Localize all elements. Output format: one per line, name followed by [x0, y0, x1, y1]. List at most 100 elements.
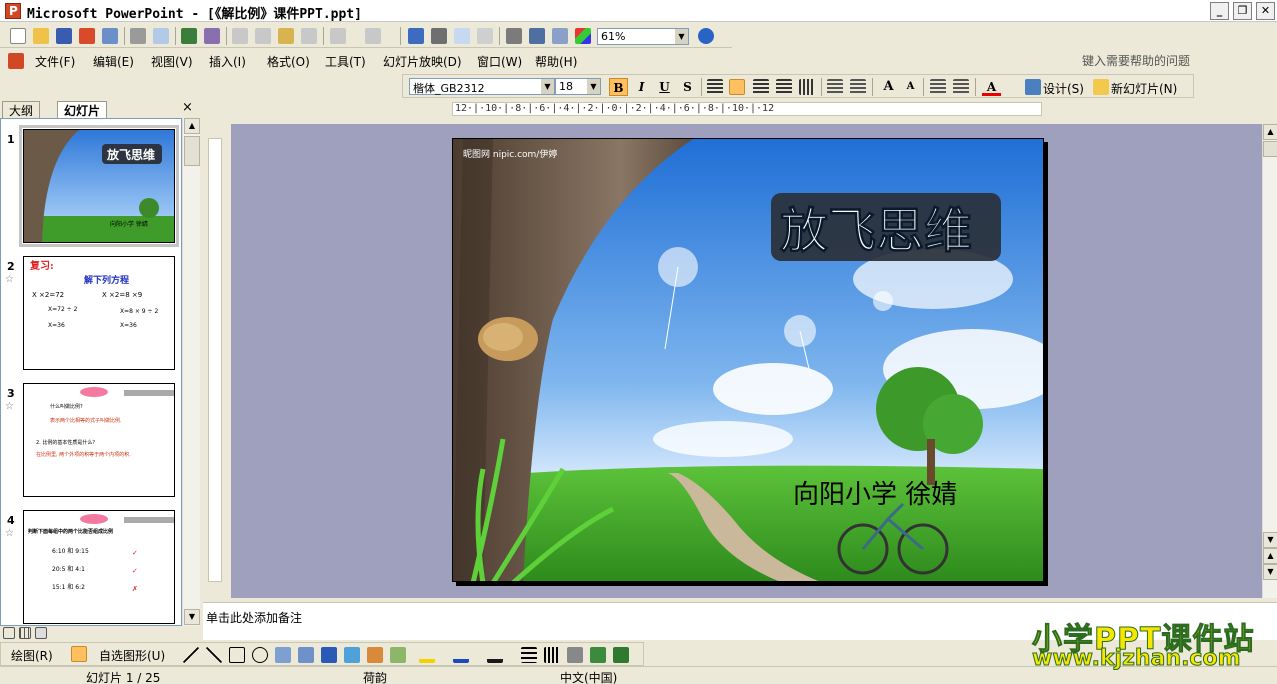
permission-icon[interactable]	[79, 28, 95, 44]
menu-edit[interactable]: 编辑(E)	[93, 53, 134, 70]
diagram-icon[interactable]	[344, 647, 360, 663]
thumbs-scrollbar[interactable]: ▲ ▼	[182, 118, 200, 626]
dash-style-icon[interactable]	[544, 647, 560, 663]
scroll-down-icon[interactable]: ▼	[1263, 532, 1277, 548]
design-button[interactable]: 设计(S)	[1043, 80, 1084, 97]
format-painter-icon[interactable]	[301, 28, 317, 44]
current-slide[interactable]: 昵图网 nipic.com/伊婷 放飞思维 向阳小学 徐婧	[452, 138, 1044, 582]
restore-button[interactable]: ❐	[1233, 2, 1252, 20]
align-left-icon[interactable]	[707, 79, 723, 95]
slideshow-view-icon[interactable]	[35, 627, 47, 639]
bold-button[interactable]: B	[609, 78, 628, 96]
chevron-down-icon[interactable]: ▼	[587, 79, 600, 94]
notes-placeholder[interactable]: 单击此处添加备注	[206, 609, 302, 626]
underline-button[interactable]: U	[655, 78, 674, 96]
arrow-icon[interactable]	[206, 647, 222, 663]
wordart-icon[interactable]	[321, 647, 337, 663]
research-icon[interactable]	[204, 28, 220, 44]
hyperlink-icon[interactable]	[477, 28, 493, 44]
arrow-style-icon[interactable]	[567, 647, 583, 663]
insert-chart-icon[interactable]	[408, 28, 424, 44]
show-formatting-icon[interactable]	[529, 28, 545, 44]
line-color-icon[interactable]	[453, 647, 469, 663]
prev-slide-icon[interactable]: ▲	[1263, 548, 1277, 564]
clipart-icon[interactable]	[367, 647, 383, 663]
shadow-style-icon[interactable]	[590, 647, 606, 663]
new-slide-button[interactable]: 新幻灯片(N)	[1111, 80, 1177, 97]
textbox-icon[interactable]	[275, 647, 291, 663]
oval-icon[interactable]	[252, 647, 268, 663]
close-button[interactable]: ✕	[1256, 2, 1275, 20]
align-center-icon[interactable]	[729, 79, 745, 95]
menu-help[interactable]: 帮助(H)	[535, 53, 577, 70]
shadow-button[interactable]: S	[678, 78, 697, 96]
3d-style-icon[interactable]	[613, 647, 629, 663]
help-search-input[interactable]: 键入需要帮助的问题	[1082, 52, 1262, 69]
rectangle-icon[interactable]	[229, 647, 245, 663]
copy-icon[interactable]	[255, 28, 271, 44]
scroll-thumb[interactable]	[184, 136, 200, 166]
color-grayscale-icon[interactable]	[575, 28, 591, 44]
increase-font-icon[interactable]: A	[879, 78, 898, 96]
decrease-indent-icon[interactable]	[930, 79, 946, 95]
menu-format[interactable]: 格式(O)	[267, 53, 310, 70]
save-icon[interactable]	[56, 28, 72, 44]
scroll-up-icon[interactable]: ▲	[184, 118, 200, 134]
font-color-draw-icon[interactable]	[487, 647, 503, 663]
next-slide-icon[interactable]: ▼	[1263, 564, 1277, 580]
vertical-textbox-icon[interactable]	[298, 647, 314, 663]
tab-outline[interactable]: 大纲	[2, 101, 41, 118]
autoshapes-button[interactable]: 自选图形(U)	[99, 647, 165, 664]
menu-slideshow[interactable]: 幻灯片放映(D)	[383, 53, 462, 70]
close-icon[interactable]: ×	[182, 100, 193, 115]
spelling-icon[interactable]	[181, 28, 197, 44]
paste-icon[interactable]	[278, 28, 294, 44]
line-icon[interactable]	[183, 647, 199, 663]
document-icon[interactable]	[8, 53, 24, 69]
slide-thumb-4[interactable]: 判断下面每组中的两个比能否组成比例 6:10 和 9:15 20:5 和 4:1…	[23, 510, 175, 624]
text-direction-icon[interactable]	[799, 79, 815, 95]
zoom-select[interactable]: 61% ▼	[597, 28, 689, 45]
italic-button[interactable]: I	[632, 78, 651, 96]
insert-table-icon[interactable]	[431, 28, 447, 44]
menu-view[interactable]: 视图(V)	[151, 53, 193, 70]
line-style-icon[interactable]	[521, 647, 537, 663]
menu-window[interactable]: 窗口(W)	[477, 53, 522, 70]
tab-slides[interactable]: 幻灯片	[57, 101, 108, 118]
powerpoint-icon[interactable]	[5, 3, 21, 19]
minimize-button[interactable]: _	[1210, 2, 1229, 20]
font-select[interactable]: 楷体_GB2312 ▼	[409, 78, 555, 95]
slide-scrollbar[interactable]: ▲ ▼ ▲ ▼	[1262, 124, 1277, 598]
distribute-icon[interactable]	[776, 79, 792, 95]
scroll-down-icon[interactable]: ▼	[184, 609, 200, 625]
numbering-icon[interactable]	[827, 79, 843, 95]
bullets-icon[interactable]	[850, 79, 866, 95]
open-icon[interactable]	[33, 28, 49, 44]
tables-borders-icon[interactable]	[454, 28, 470, 44]
email-icon[interactable]	[102, 28, 118, 44]
decrease-font-icon[interactable]: A	[901, 78, 920, 96]
print-icon[interactable]	[130, 28, 146, 44]
scroll-up-icon[interactable]: ▲	[1263, 124, 1277, 140]
fill-color-icon[interactable]	[419, 647, 435, 663]
sorter-view-icon[interactable]	[19, 627, 31, 639]
chevron-down-icon[interactable]: ▼	[541, 79, 554, 94]
redo-icon[interactable]	[365, 28, 381, 44]
new-icon[interactable]	[10, 28, 26, 44]
slide-thumb-2[interactable]: 复习: 解下列方程 X ×2=72 X ×2=8 ×9 X=72 ÷ 2 X=8…	[23, 256, 175, 370]
increase-indent-icon[interactable]	[953, 79, 969, 95]
menu-tools[interactable]: 工具(T)	[325, 53, 366, 70]
font-color-icon[interactable]: A	[982, 78, 1001, 96]
normal-view-icon[interactable]	[3, 627, 15, 639]
menu-insert[interactable]: 插入(I)	[209, 53, 246, 70]
font-size-select[interactable]: 18 ▼	[555, 78, 601, 95]
help-icon[interactable]	[698, 28, 714, 44]
slide-thumb-3[interactable]: 什么叫做比例? 表示两个比相等的式子叫做比例. 2. 比例的基本性质是什么? 在…	[23, 383, 175, 497]
cut-icon[interactable]	[232, 28, 248, 44]
picture-icon[interactable]	[390, 647, 406, 663]
menu-file[interactable]: 文件(F)	[35, 53, 75, 70]
print-preview-icon[interactable]	[153, 28, 169, 44]
chevron-down-icon[interactable]: ▼	[675, 29, 688, 44]
grid-icon[interactable]	[552, 28, 568, 44]
scroll-thumb[interactable]	[1263, 141, 1277, 157]
